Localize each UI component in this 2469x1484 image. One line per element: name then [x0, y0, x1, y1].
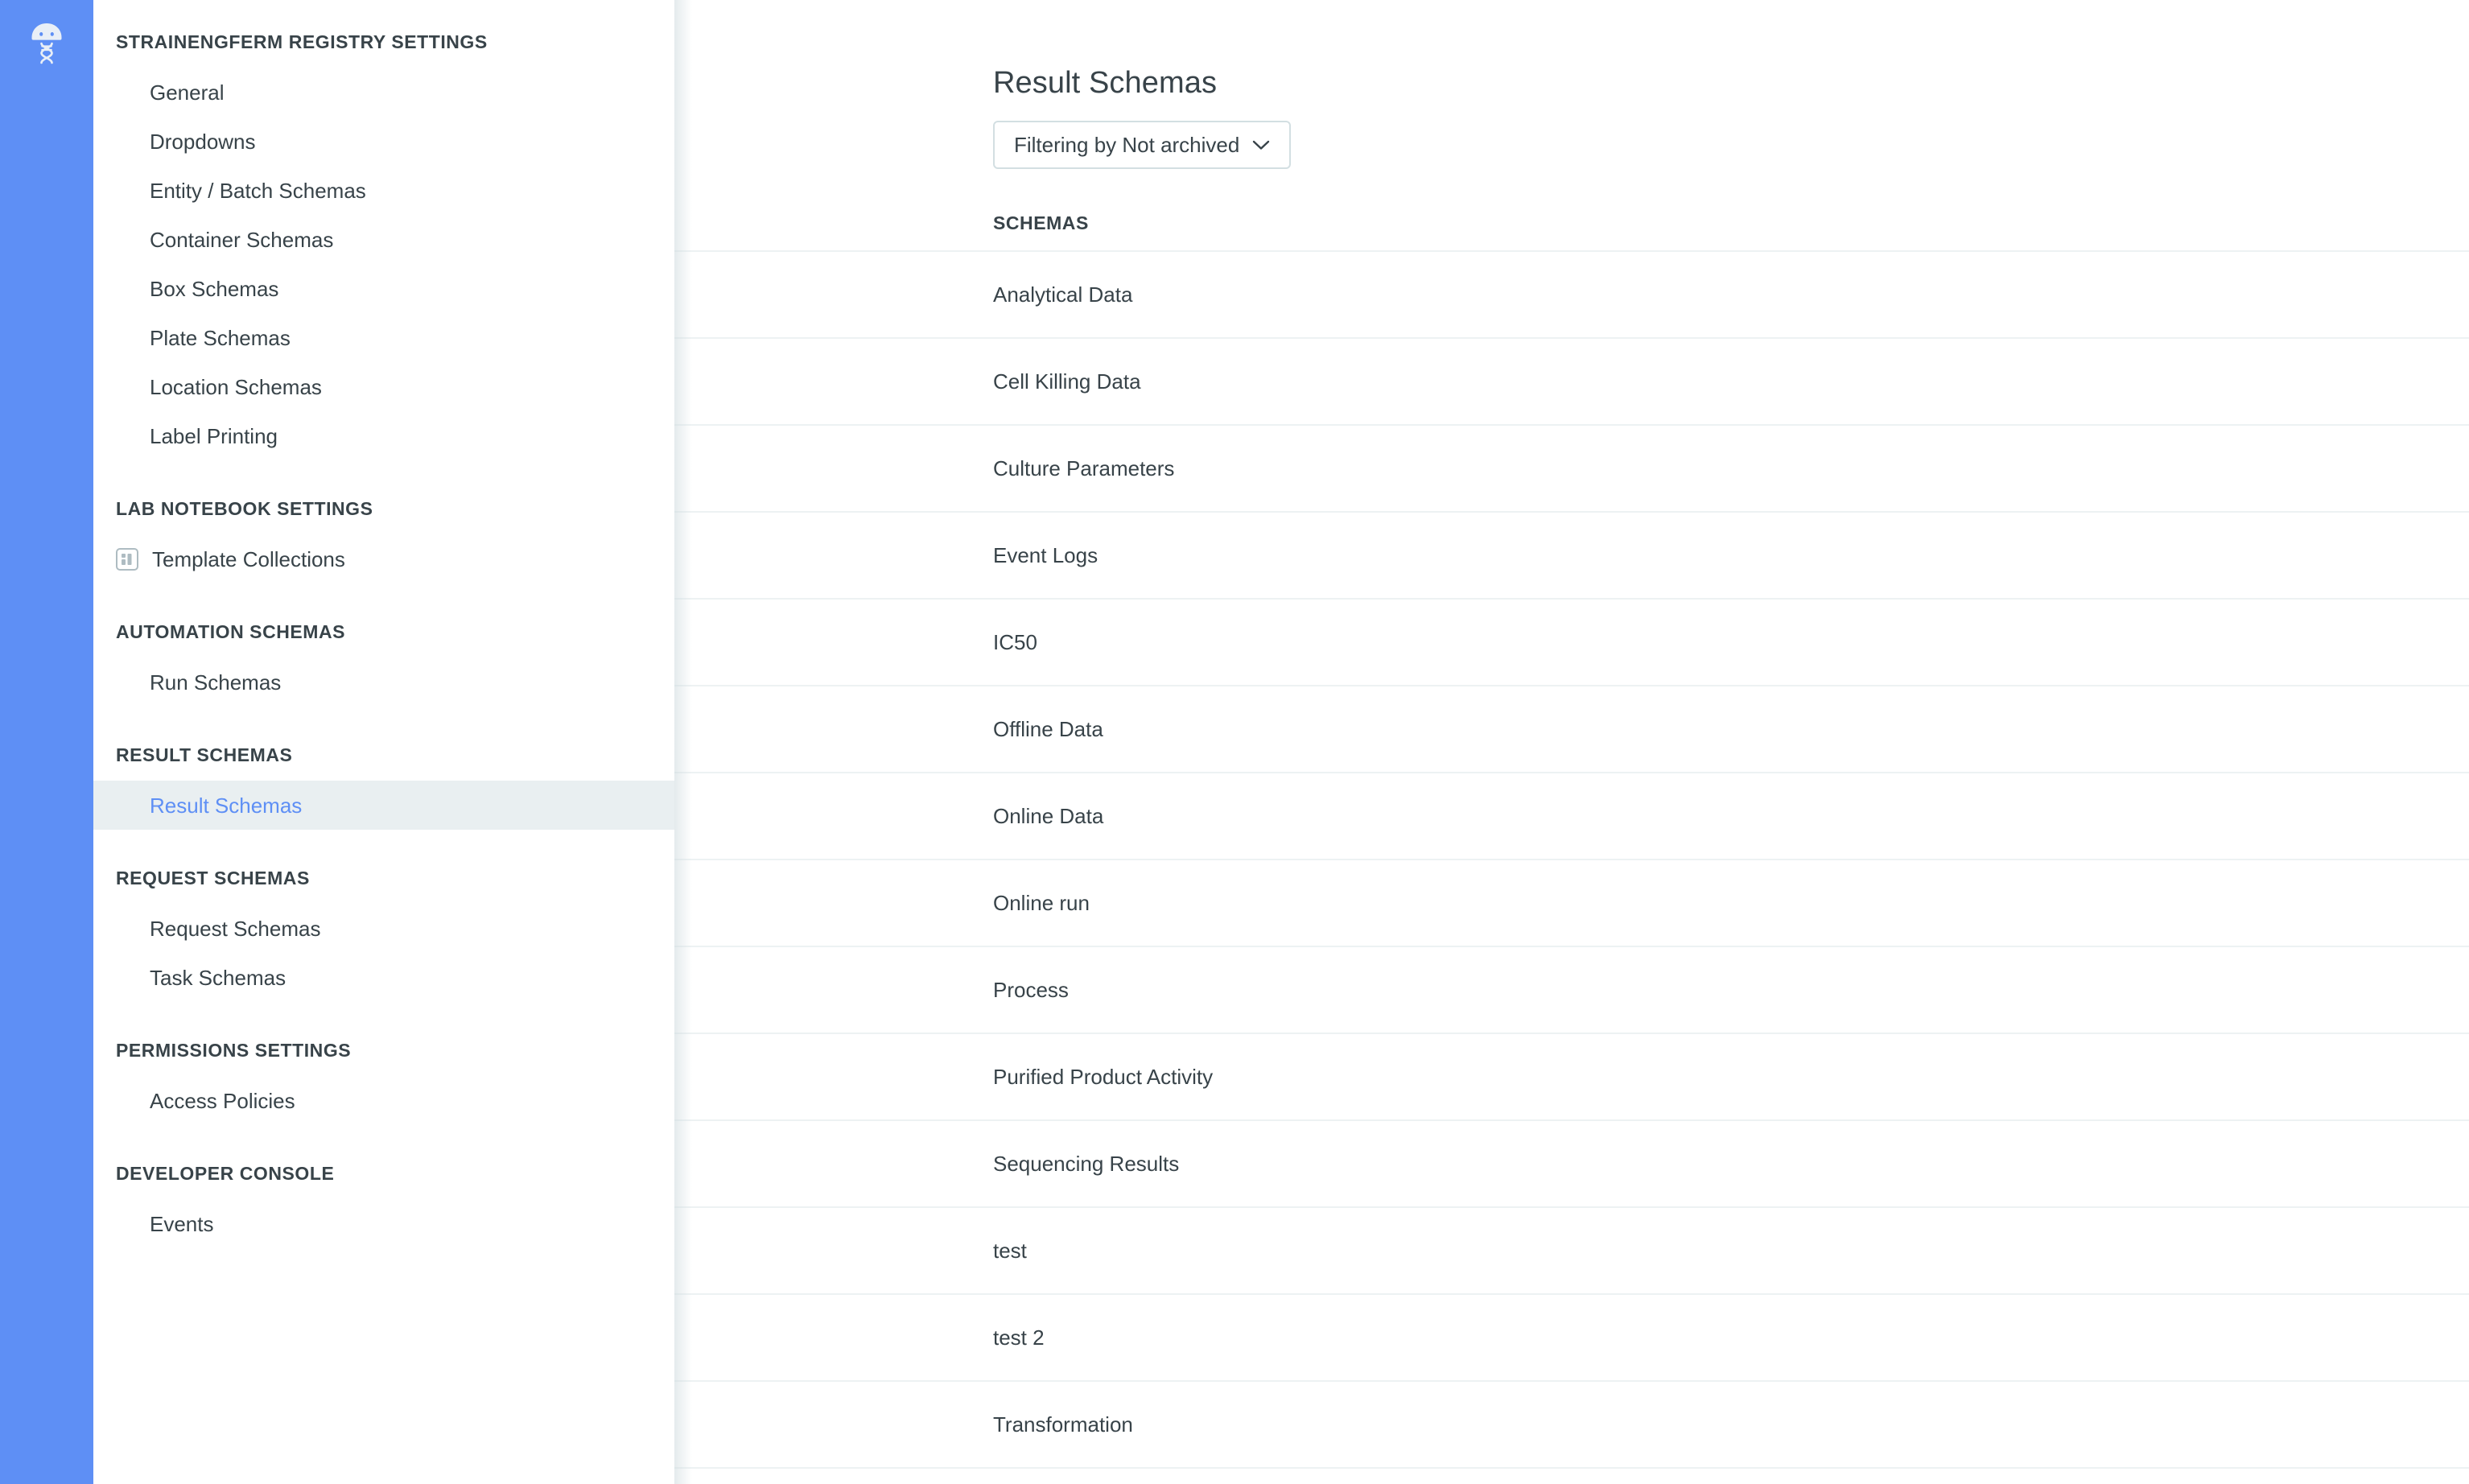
nav-group-request-schemas: REQUEST SCHEMAS Request Schemas Task Sch…: [93, 867, 674, 1002]
schema-name: Purified Product Activity: [993, 1065, 1214, 1089]
sidebar-item-access-policies[interactable]: Access Policies: [93, 1076, 674, 1125]
sidebar-item-task-schemas[interactable]: Task Schemas: [93, 953, 674, 1002]
sidebar-item-request-schemas[interactable]: Request Schemas: [93, 904, 674, 953]
table-row[interactable]: Culture Parameters: [674, 426, 2469, 513]
left-rail: [0, 0, 93, 1484]
sidebar-item-label: Dropdowns: [150, 129, 256, 154]
filter-dropdown-label: Filtering by Not archived: [1014, 133, 1240, 157]
sidebar-item-label: Access Policies: [150, 1088, 295, 1113]
table-row[interactable]: Online Data: [674, 773, 2469, 860]
nav-group-title: REQUEST SCHEMAS: [116, 868, 310, 888]
nav-group-title: PERMISSIONS SETTINGS: [116, 1040, 352, 1061]
nav-group-developer-console: DEVELOPER CONSOLE Events: [93, 1162, 674, 1248]
nav-group-registry-settings: STRAINENGFERM REGISTRY SETTINGS General …: [93, 31, 674, 460]
sidebar-item-label: Events: [150, 1211, 214, 1236]
sidebar-item-dropdowns[interactable]: Dropdowns: [93, 117, 674, 166]
sidebar-item-result-schemas[interactable]: Result Schemas: [93, 781, 674, 830]
nav-group-permissions-settings: PERMISSIONS SETTINGS Access Policies: [93, 1039, 674, 1125]
sidebar-item-label: General: [150, 80, 225, 105]
benchling-logo-icon[interactable]: [28, 21, 65, 66]
table-row[interactable]: test: [674, 1208, 2469, 1295]
sidebar-item-label: Box Schemas: [150, 276, 279, 301]
page-title: Result Schemas: [993, 66, 1218, 100]
schema-name: Sequencing Results: [993, 1152, 1180, 1176]
nav-group-title: STRAINENGFERM REGISTRY SETTINGS: [116, 31, 488, 52]
table-row[interactable]: Event Logs: [674, 513, 2469, 600]
schema-name: Culture Parameters: [993, 456, 1175, 480]
app-root: STRAINENGFERM REGISTRY SETTINGS General …: [0, 0, 2469, 1484]
schemas-list-header: SCHEMAS: [993, 212, 1089, 233]
nav-group-result-schemas: RESULT SCHEMAS Result Schemas: [93, 744, 674, 830]
schema-name: test: [993, 1239, 1027, 1263]
sidebar-item-box-schemas[interactable]: Box Schemas: [93, 264, 674, 313]
table-row[interactable]: test 2: [674, 1295, 2469, 1382]
sidebar-item-label: Run Schemas: [150, 670, 282, 695]
sidebar-item-container-schemas[interactable]: Container Schemas: [93, 215, 674, 264]
sidebar-item-label: Plate Schemas: [150, 325, 291, 350]
nav-group-automation-schemas: AUTOMATION SCHEMAS Run Schemas: [93, 620, 674, 707]
table-row[interactable]: Analytical Data: [674, 252, 2469, 339]
table-row[interactable]: Sequencing Results: [674, 1121, 2469, 1208]
schema-name: IC50: [993, 630, 1037, 654]
sidebar-item-label: Task Schemas: [150, 965, 286, 990]
sidebar-item-label: Template Collections: [152, 546, 345, 571]
sidebar-item-label: Label Printing: [150, 423, 278, 448]
schema-name: test 2: [993, 1325, 1045, 1350]
schema-name: Offline Data: [993, 717, 1103, 741]
sidebar-item-entity-batch-schemas[interactable]: Entity / Batch Schemas: [93, 166, 674, 215]
nav-group-title: AUTOMATION SCHEMAS: [116, 621, 346, 642]
sidebar-item-label: Result Schemas: [150, 793, 303, 818]
filter-dropdown-button[interactable]: Filtering by Not archived: [993, 121, 1292, 169]
page-header: Result Schemas Filtering by Not archived: [674, 0, 2469, 169]
sidebar-item-general[interactable]: General: [93, 68, 674, 117]
sidebar-item-label: Entity / Batch Schemas: [150, 178, 366, 203]
schema-name: Analytical Data: [993, 282, 1133, 307]
settings-sidebar: STRAINENGFERM REGISTRY SETTINGS General …: [93, 0, 674, 1484]
sidebar-item-plate-schemas[interactable]: Plate Schemas: [93, 313, 674, 362]
template-collections-icon: [116, 547, 138, 571]
sidebar-item-location-schemas[interactable]: Location Schemas: [93, 362, 674, 411]
sidebar-item-label: Location Schemas: [150, 374, 322, 399]
main-content: Result Schemas Filtering by Not archived…: [674, 0, 2469, 1484]
table-row[interactable]: Online run: [674, 860, 2469, 947]
sidebar-item-label: Request Schemas: [150, 916, 321, 941]
sidebar-item-label-printing[interactable]: Label Printing: [93, 411, 674, 460]
schema-name: Online run: [993, 891, 1090, 915]
sidebar-item-run-schemas[interactable]: Run Schemas: [93, 657, 674, 707]
sidebar-item-events[interactable]: Events: [93, 1199, 674, 1248]
table-row[interactable]: Transformation: [674, 1382, 2469, 1469]
schema-name: Process: [993, 978, 1069, 1002]
schemas-list: Analytical Data Cell Killing Data Cultur…: [674, 250, 2469, 1469]
chevron-down-icon: [1252, 140, 1270, 150]
nav-group-title: LAB NOTEBOOK SETTINGS: [116, 498, 373, 519]
nav-group-title: DEVELOPER CONSOLE: [116, 1163, 335, 1184]
table-row[interactable]: Cell Killing Data: [674, 339, 2469, 426]
sidebar-item-label: Container Schemas: [150, 227, 334, 252]
table-row[interactable]: Purified Product Activity: [674, 1034, 2469, 1121]
nav-group-lab-notebook-settings: LAB NOTEBOOK SETTINGS Template Collectio…: [93, 497, 674, 583]
schema-name: Event Logs: [993, 543, 1098, 567]
schema-name: Cell Killing Data: [993, 369, 1141, 394]
table-row[interactable]: Process: [674, 947, 2469, 1034]
table-row[interactable]: IC50: [674, 600, 2469, 686]
nav-group-title: RESULT SCHEMAS: [116, 744, 293, 765]
schema-name: Transformation: [993, 1412, 1133, 1437]
schema-name: Online Data: [993, 804, 1104, 828]
table-row[interactable]: Offline Data: [674, 686, 2469, 773]
sidebar-item-template-collections[interactable]: Template Collections: [93, 534, 674, 583]
